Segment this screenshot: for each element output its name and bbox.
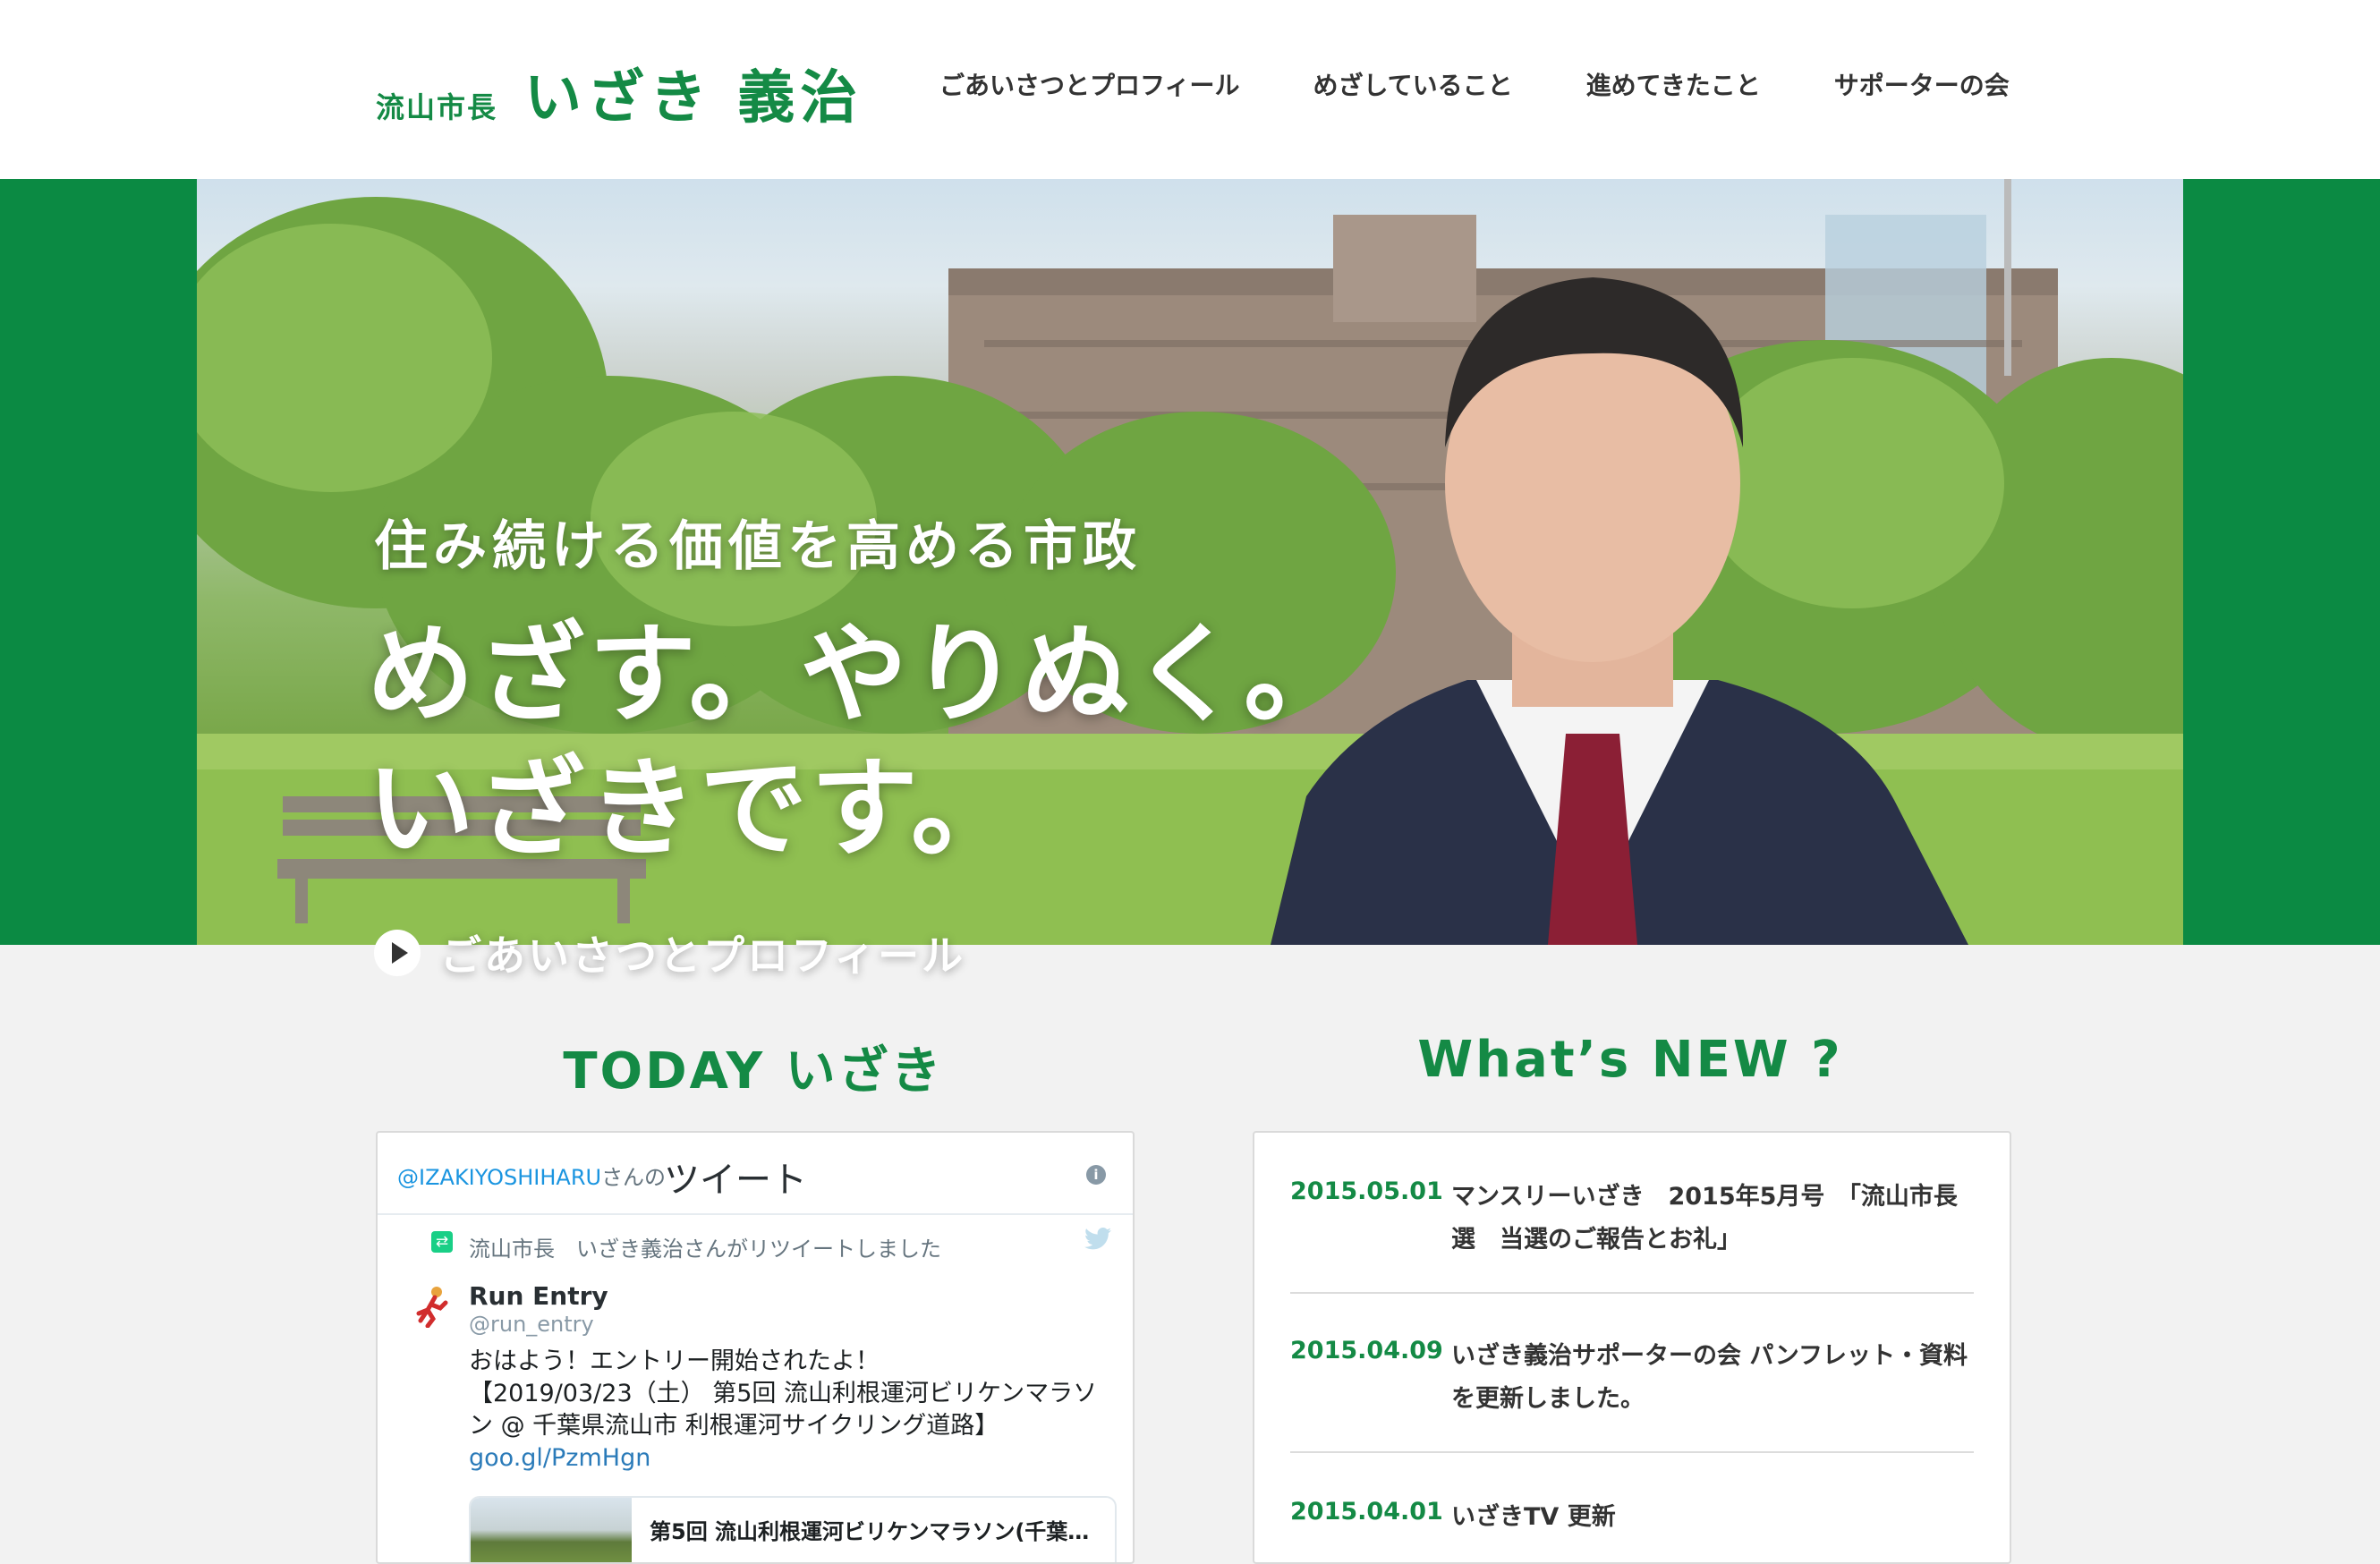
tweet-link-card[interactable]: 第5回 流山利根運河ビリケンマラソン(千葉… (469, 1496, 1117, 1562)
play-icon (374, 930, 421, 976)
news-section-title: What’s NEW ? (1417, 1031, 1843, 1089)
twitter-handle-row: @IZAKIYOSHIHARUさんの (397, 1160, 666, 1191)
tweet-link[interactable]: goo.gl/PzmHgn (469, 1444, 650, 1472)
twitter-handle-link[interactable]: @IZAKIYOSHIHARU (397, 1165, 601, 1190)
hero-subheading: 住み続ける価値を高める市政 (374, 515, 1142, 578)
site-header: 流山市長 いざき 義治 ごあいさつとプロフィール めざしていること 進めてきたこ… (0, 0, 2380, 179)
hero-heading-line1: めざす。やりぬく。 (367, 613, 1355, 737)
hero-profile-link[interactable]: ごあいさつとプロフィール (374, 923, 965, 982)
retweet-icon: ⇄ (431, 1231, 453, 1253)
news-date: 2015.04.01 (1290, 1498, 1443, 1526)
twitter-header: @IZAKIYOSHIHARUさんの ツイート i (378, 1133, 1133, 1215)
news-date: 2015.04.09 (1290, 1337, 1443, 1364)
nav-item-achievements[interactable]: 進めてきたこと (1586, 66, 1761, 102)
news-title-link[interactable]: いざきTV 更新 (1451, 1496, 1974, 1539)
news-date: 2015.05.01 (1290, 1177, 1443, 1205)
tweet-author-handle[interactable]: @run_entry (469, 1312, 594, 1337)
twitter-timeline[interactable]: @IZAKIYOSHIHARUさんの ツイート i ⇄ 流山市長 いざき義治さん… (376, 1131, 1135, 1564)
twitter-title: ツイート (664, 1160, 807, 1201)
today-section-title: TODAY いざき (563, 1042, 944, 1101)
nav-item-supporters[interactable]: サポーターの会 (1834, 66, 2010, 102)
hero-banner: 住み続ける価値を高める市政 めざす。やりぬく。 いざきです。 ごあいさつとプロフ… (0, 179, 2380, 980)
retweet-notice: 流山市長 いざき義治さんがリツイートしました (469, 1237, 941, 1262)
tweet-body: おはよう！エントリー開始されたよ！ 【2019/03/23（土） 第5回 流山利… (469, 1346, 1113, 1475)
tweet-text-line2: 【2019/03/23（土） 第5回 流山利根運河ビリケンマラソン @ 千葉県流… (469, 1380, 1098, 1440)
news-divider (1290, 1451, 1974, 1453)
nav-item-goals[interactable]: めざしていること (1313, 66, 1512, 102)
logo-subtitle: 流山市長 (376, 90, 498, 124)
hero-heading-line2: いざきです。 (367, 747, 1022, 871)
tweet-card-title: 第5回 流山利根運河ビリケンマラソン(千葉… (650, 1519, 1090, 1544)
tweet-card-image (471, 1498, 632, 1562)
news-title-link[interactable]: いざき義治サポーターの会 パンフレット・資料を更新しました。 (1451, 1335, 1974, 1421)
news-divider (1290, 1292, 1974, 1294)
twitter-handle-suffix: さんの (601, 1165, 667, 1190)
hero-cta-label: ごあいさつとプロフィール (440, 931, 966, 980)
site-logo[interactable]: 流山市長 いざき 義治 (376, 52, 863, 134)
info-icon[interactable]: i (1086, 1165, 1106, 1185)
main-nav: ごあいさつとプロフィール めざしていること 進めてきたこと サポーターの会 (939, 66, 2010, 102)
runner-avatar-icon[interactable] (412, 1285, 455, 1328)
news-title-link[interactable]: マンスリーいざき 2015年5月号 「流山市長選 当選のご報告とお礼」 (1451, 1176, 1974, 1262)
twitter-bird-icon[interactable] (1084, 1228, 1111, 1251)
nav-item-profile[interactable]: ごあいさつとプロフィール (939, 66, 1239, 102)
news-list: 2015.05.01 マンスリーいざき 2015年5月号 「流山市長選 当選のご… (1253, 1131, 2011, 1564)
tweet-author-name[interactable]: Run Entry (469, 1281, 608, 1311)
tweet-text-line1: おはよう！エントリー開始されたよ！ (469, 1347, 880, 1375)
logo-name: いざき 義治 (524, 65, 863, 132)
hero-heading: めざす。やりぬく。 いざきです。 (367, 608, 1355, 877)
